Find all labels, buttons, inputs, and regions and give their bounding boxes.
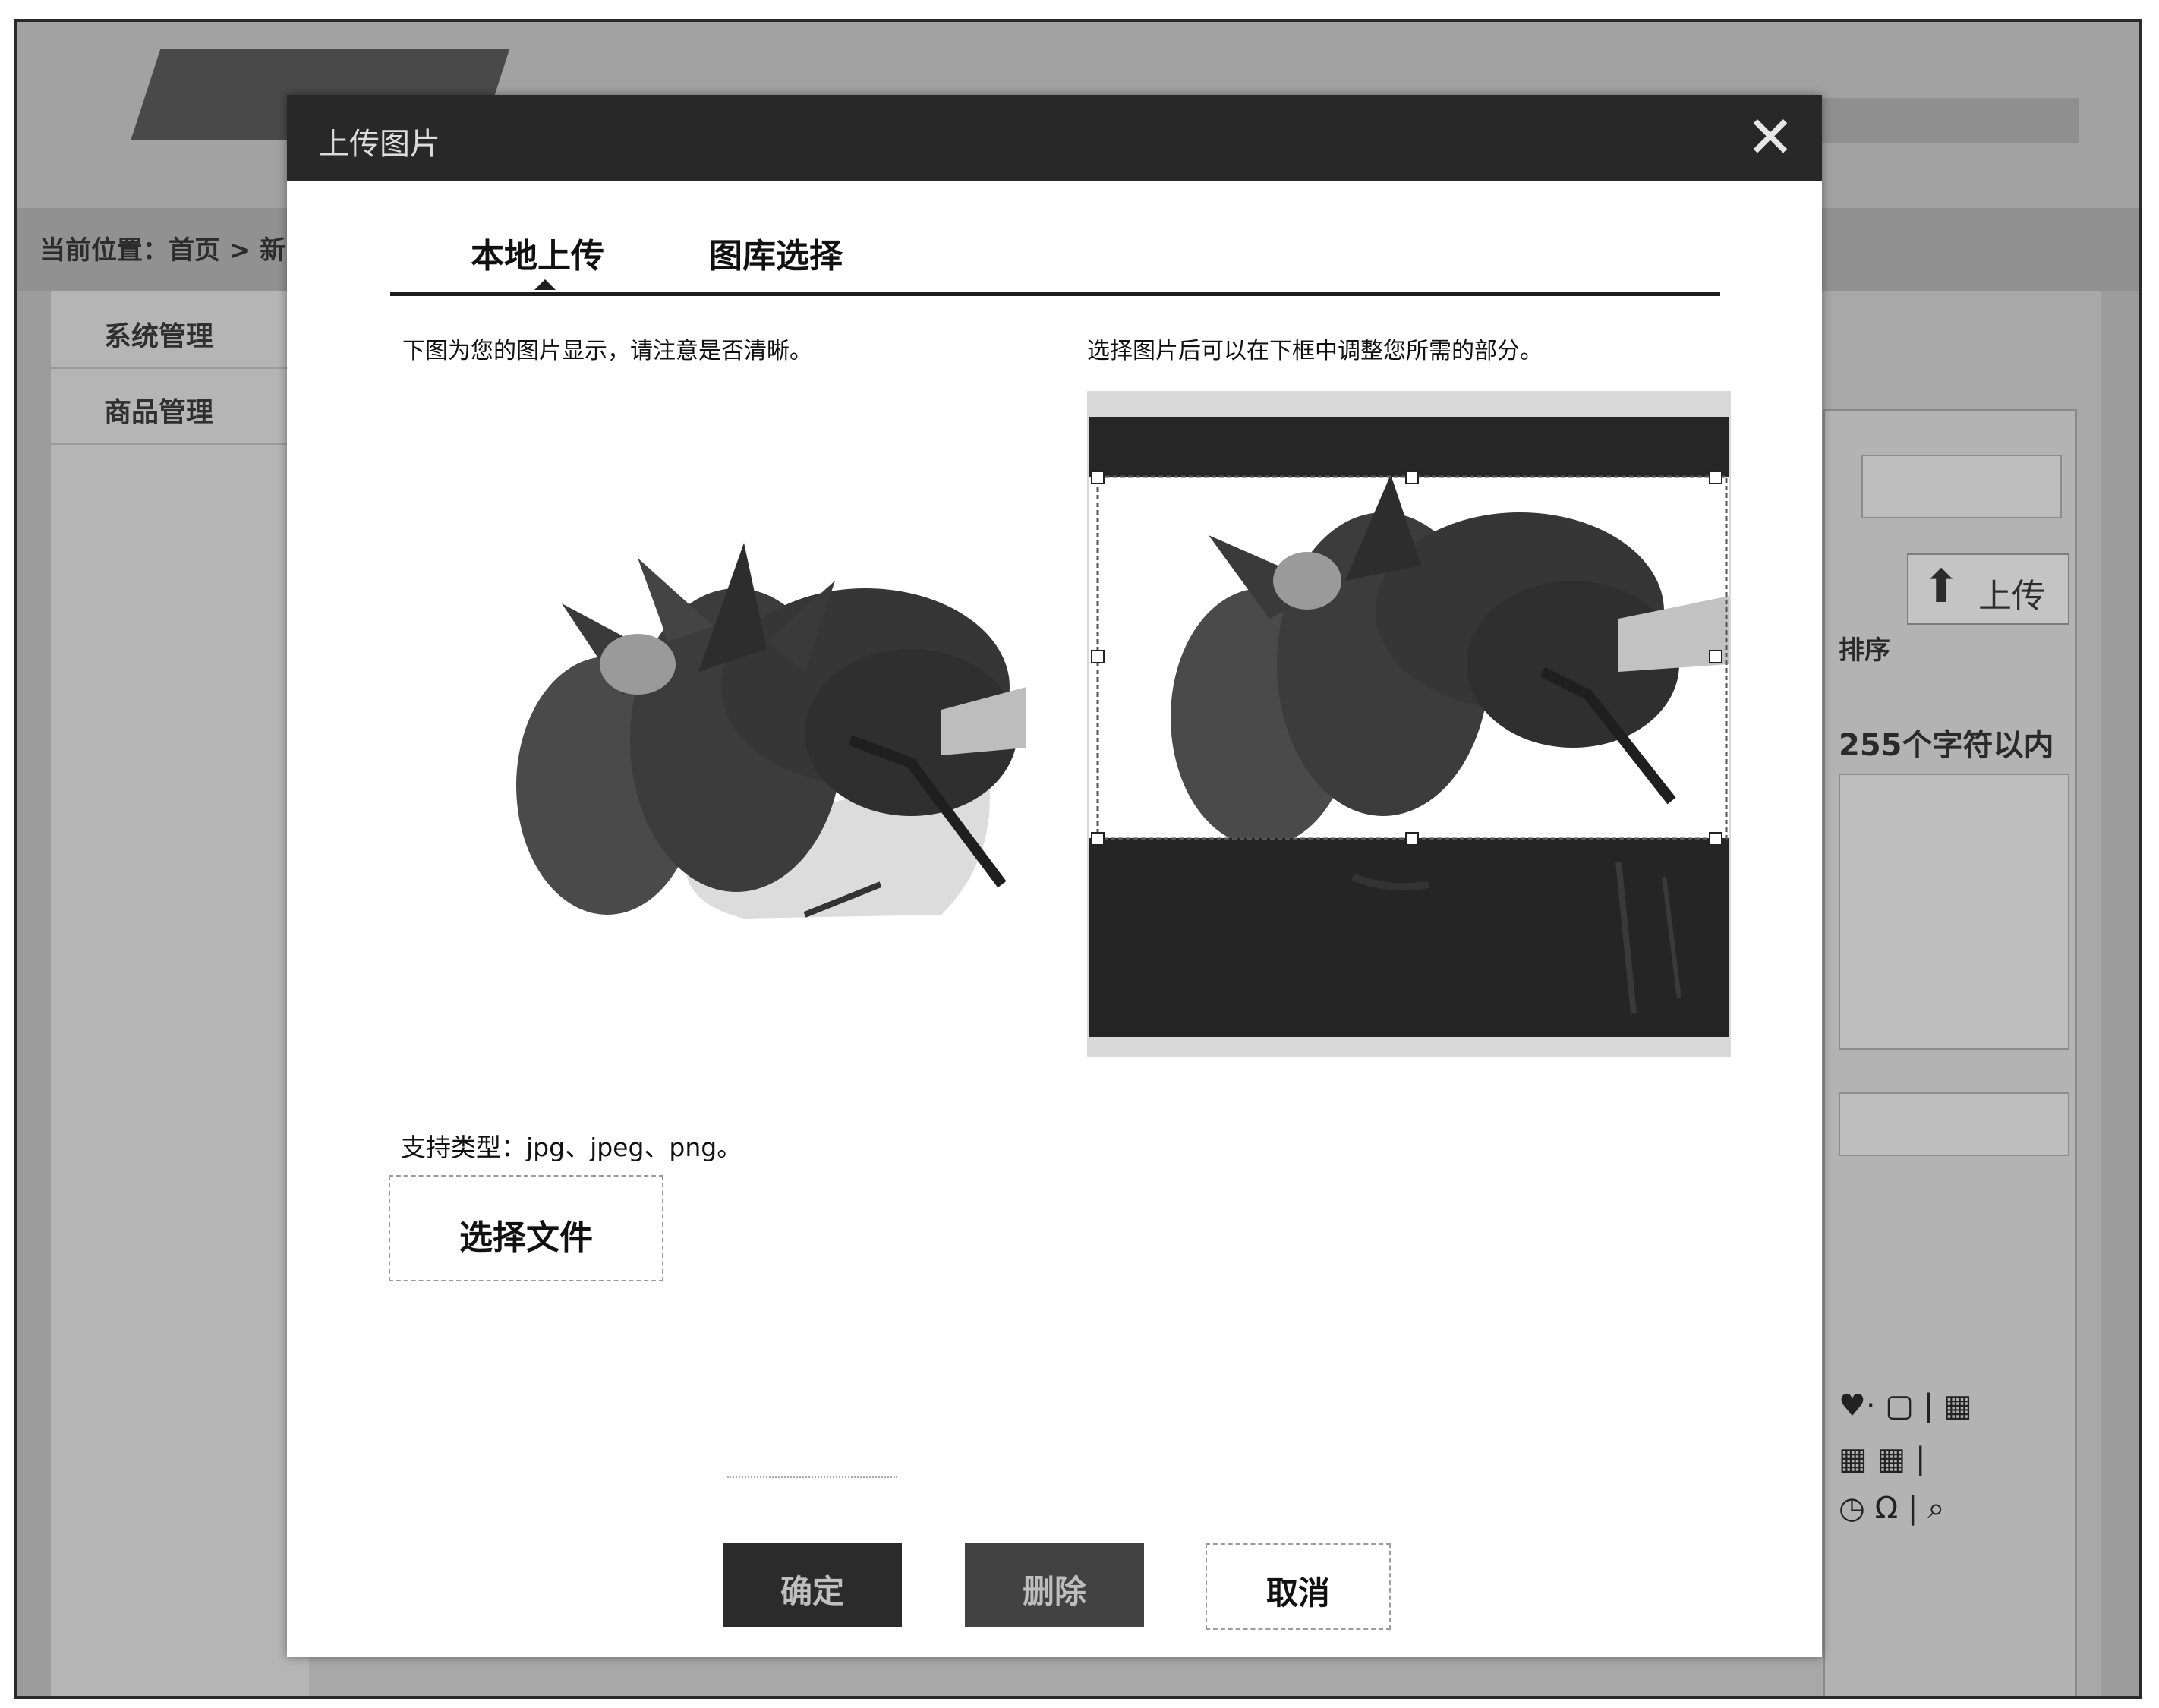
confirm-button[interactable]: 确定 (723, 1543, 902, 1627)
upload-image-dialog: 上传图片 ✕ 本地上传 图库选择 下图为您的图片显示，请注意是否清晰。 选择图片… (287, 95, 1822, 1657)
cancel-label: 取消 (1265, 1574, 1330, 1612)
delete-button[interactable]: 删除 (965, 1543, 1144, 1627)
background-textarea[interactable] (1839, 774, 2069, 1050)
background-header-graphic (1820, 98, 2079, 143)
upload-icon: ⬆ (1922, 560, 1961, 613)
tab-bar: 本地上传 图库选择 (390, 224, 1720, 296)
background-editor-toolbar: ◷ Ω | ⌕ (1839, 1491, 1945, 1526)
image-preview (516, 535, 1026, 922)
choose-file-label: 选择文件 (459, 1218, 593, 1257)
upload-progress-indicator (727, 1476, 897, 1481)
sidebar-item-label: 商品管理 (104, 397, 214, 428)
background-editor-toolbar: ♥· ▢ | ▦ (1839, 1388, 1972, 1423)
close-icon[interactable]: ✕ (1741, 109, 1799, 166)
dialog-title: 上传图片 (319, 127, 440, 162)
background-input-field[interactable] (1839, 1092, 2069, 1156)
sidebar-item-products[interactable]: 商品管理 (51, 367, 309, 445)
crop-hint: 选择图片后可以在下框中调整您所需的部分。 (1087, 338, 1543, 364)
crop-area[interactable] (1087, 391, 1731, 1057)
background-char-limit-hint: 255个字符以内 (1839, 728, 2054, 763)
tab-gallery-select[interactable]: 图库选择 (709, 228, 843, 277)
preview-hint: 下图为您的图片显示，请注意是否清晰。 (402, 338, 812, 364)
background-partial-label: 排序 (1839, 635, 1890, 666)
tab-local-upload[interactable]: 本地上传 (471, 228, 604, 277)
sidebar-item-label: 系统管理 (104, 321, 214, 352)
crop-canvas (1087, 391, 1731, 1057)
background-input-field[interactable] (1861, 455, 2062, 518)
breadcrumb-text: 当前位置：首页 > 新 (39, 235, 286, 266)
delete-label: 删除 (1022, 1573, 1086, 1610)
active-tab-indicator (534, 279, 556, 290)
dialog-header: 上传图片 ✕ (287, 95, 1822, 181)
background-editor-toolbar: ▦ ▦ | (1839, 1442, 1926, 1476)
supported-types: 支持类型：jpg、jpeg、png。 (401, 1133, 742, 1162)
confirm-label: 确定 (780, 1573, 844, 1610)
cancel-button[interactable]: 取消 (1206, 1543, 1391, 1630)
sidebar-item-system[interactable]: 系统管理 (51, 291, 309, 369)
background-upload-button[interactable]: ⬆ 上传 (1907, 553, 2069, 625)
sidebar: 系统管理 商品管理 (51, 291, 309, 1696)
choose-file-button[interactable]: 选择文件 (389, 1175, 663, 1281)
